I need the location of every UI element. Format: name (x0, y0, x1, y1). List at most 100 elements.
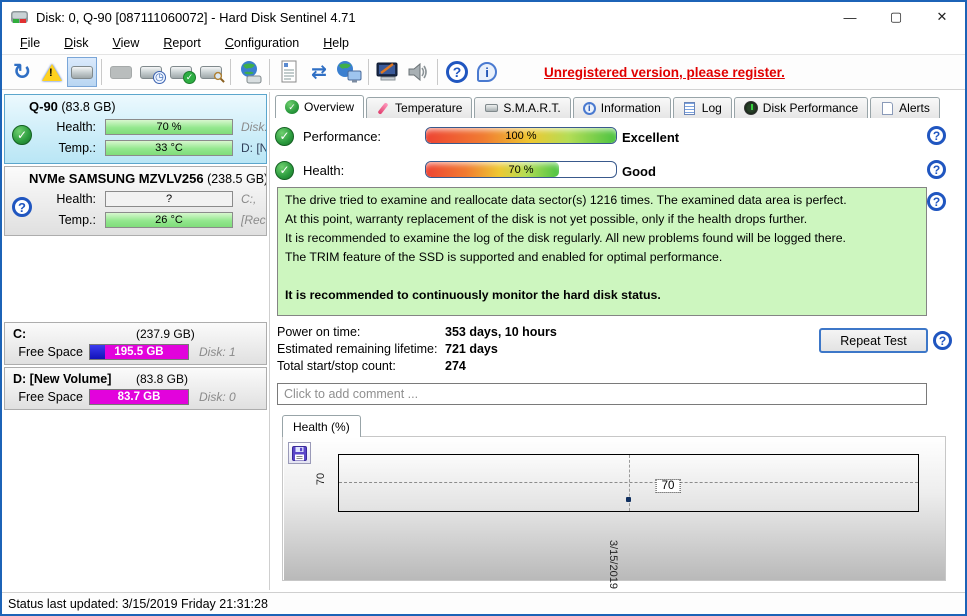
tab-temperature[interactable]: Temperature (366, 97, 472, 118)
disk-search-icon[interactable] (196, 57, 226, 87)
temp-bar: 33 °C (105, 140, 233, 156)
app-icon (11, 10, 28, 25)
tab-bar: ✓ Overview Temperature S.M.A.R.T. i Info… (275, 95, 942, 118)
comment-input[interactable] (277, 383, 927, 405)
chart-tab-health[interactable]: Health (%) (282, 415, 361, 437)
partition-panel-d[interactable]: D: [New Volume] (83.8 GB) Free Space 83.… (4, 367, 267, 410)
help-icon[interactable]: ? (927, 160, 946, 179)
close-button[interactable]: ✕ (919, 2, 965, 32)
health-label: Health: (303, 163, 418, 178)
disk-info-icon[interactable] (67, 57, 97, 87)
status-ok-icon: ✓ (275, 127, 294, 146)
register-link[interactable]: Unregistered version, please register. (544, 65, 785, 80)
disk-size: (238.5 GB) (207, 172, 266, 186)
health-meter: 70 % (425, 161, 617, 178)
toolbar-separator (437, 59, 438, 85)
help-icon[interactable]: ? (927, 192, 946, 211)
menu-help[interactable]: Help (311, 34, 361, 52)
help-icon[interactable]: ? (927, 126, 946, 145)
save-chart-button[interactable] (288, 442, 311, 464)
tab-label: Alerts (899, 101, 930, 115)
partition-panel-c[interactable]: C: (237.9 GB) Free Space 195.5 GB Disk: … (4, 322, 267, 365)
tab-smart[interactable]: S.M.A.R.T. (474, 97, 570, 118)
menu-configuration[interactable]: Configuration (213, 34, 311, 52)
disk-number: Disk: 0 (199, 390, 236, 404)
status-bar: Status last updated: 3/15/2019 Friday 21… (2, 592, 965, 614)
main-panel: ✓ Overview Temperature S.M.A.R.T. i Info… (270, 92, 965, 590)
tab-label: Overview (304, 100, 354, 114)
volume-label: D: [New Volu (241, 141, 266, 155)
sync-icon[interactable]: ⇄ (304, 57, 334, 87)
refresh-icon[interactable]: ↻ (7, 57, 37, 87)
tab-overview[interactable]: ✓ Overview (275, 95, 364, 118)
pc-test-icon[interactable] (373, 57, 403, 87)
check-icon: ✓ (285, 100, 299, 114)
health-bar: ? (105, 191, 233, 207)
partition-name: D: [New Volume] (13, 372, 111, 386)
status-line: The drive tried to examine and reallocat… (285, 191, 919, 210)
disk-name: Q-90 (29, 99, 58, 114)
repeat-test-button[interactable]: Repeat Test (819, 328, 928, 353)
plot-area: 70 (338, 454, 919, 512)
performance-label: Performance: (303, 129, 418, 144)
free-space-label: Free Space (5, 345, 89, 359)
disk-title: NVMe SAMSUNG MZVLV256 (238.5 GB) D (5, 167, 266, 188)
status-ok-icon: ✓ (12, 125, 32, 145)
world-disk-icon[interactable] (235, 57, 265, 87)
toolbar-separator (230, 59, 231, 85)
sound-icon[interactable] (403, 57, 433, 87)
disk-disabled-icon (106, 57, 136, 87)
menu-view[interactable]: View (100, 34, 151, 52)
status-unknown-icon: ? (12, 197, 32, 217)
volume-label: [Recovery] (241, 213, 266, 227)
performance-row: ✓ Performance: (275, 125, 418, 147)
tab-information[interactable]: i Information (573, 97, 671, 118)
help-icon[interactable]: ? (442, 57, 472, 87)
partition-size: (237.9 GB) (136, 327, 195, 341)
disk-number: Disk: 0 (241, 120, 266, 134)
stat-value: 274 (445, 359, 466, 373)
warning-icon[interactable]: ! (37, 57, 67, 87)
menu-file[interactable]: File (8, 34, 52, 52)
tab-label: S.M.A.R.T. (503, 101, 560, 115)
disk-ok-icon[interactable]: ✓ (166, 57, 196, 87)
stat-label: Power on time: (277, 325, 360, 339)
disk-panel-q90[interactable]: Q-90 (83.8 GB) ✓ Health: 70 % Disk: 0 Te… (4, 94, 267, 164)
disk-sidebar: Q-90 (83.8 GB) ✓ Health: 70 % Disk: 0 Te… (2, 92, 270, 590)
disk-size: (83.8 GB) (61, 100, 115, 114)
thermometer-icon (376, 101, 390, 115)
tab-log[interactable]: Log (673, 97, 732, 118)
disk-panel-nvme[interactable]: NVMe SAMSUNG MZVLV256 (238.5 GB) D ? Hea… (4, 166, 267, 236)
partition-size: (83.8 GB) (136, 372, 188, 386)
status-text: Status last updated: 3/15/2019 Friday 21… (8, 597, 268, 611)
maximize-button[interactable]: ▢ (873, 2, 919, 32)
status-line: At this point, warranty replacement of t… (285, 210, 919, 229)
data-point (626, 497, 631, 502)
tab-disk-performance[interactable]: Disk Performance (734, 97, 868, 118)
disk-clock-icon[interactable]: ◷ (136, 57, 166, 87)
toolbar: ↻ ! ◷ ✓ (2, 54, 965, 90)
network-icon[interactable] (334, 57, 364, 87)
sidebar-spacer (4, 238, 267, 322)
stat-label: Estimated remaining lifetime: (277, 342, 437, 356)
help-icon[interactable]: ? (933, 331, 952, 350)
stat-value: 353 days, 10 hours (445, 325, 557, 339)
data-point-label: 70 (656, 479, 681, 493)
report-icon[interactable] (274, 57, 304, 87)
menu-report[interactable]: Report (151, 34, 213, 52)
gauge-icon (744, 101, 758, 115)
tab-alerts[interactable]: Alerts (870, 97, 940, 118)
health-bar: 70 % (105, 119, 233, 135)
temp-bar: 26 °C (105, 212, 233, 228)
info-icon: i (583, 102, 596, 115)
partition-name: C: (13, 327, 26, 341)
toolbar-separator (368, 59, 369, 85)
toolbar-separator (269, 59, 270, 85)
app-window: Disk: 0, Q-90 [087111060072] - Hard Disk… (0, 0, 967, 616)
menu-disk[interactable]: Disk (52, 34, 100, 52)
minimize-button[interactable]: — (827, 2, 873, 32)
status-text-box[interactable]: The drive tried to examine and reallocat… (277, 187, 927, 316)
x-axis-tick: 3/15/2019 (607, 540, 619, 589)
info-icon[interactable]: i (472, 57, 502, 87)
gridline-vertical (629, 455, 630, 511)
